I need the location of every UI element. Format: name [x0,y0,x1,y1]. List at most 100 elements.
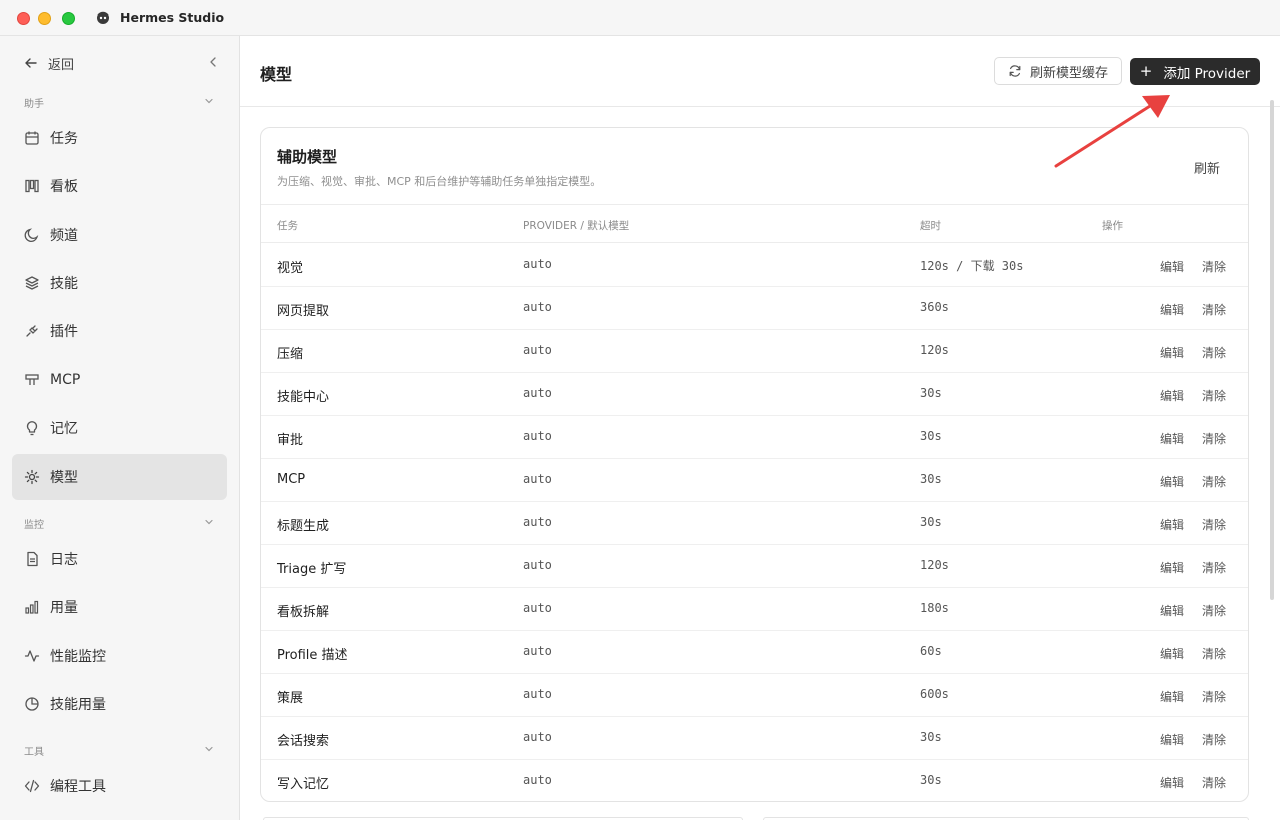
sidebar-item-tasks[interactable]: 任务 [12,115,227,161]
edit-button[interactable]: 编辑 [1160,301,1184,318]
sidebar-item-kanban[interactable]: 看板 [12,163,227,209]
clear-button[interactable]: 清除 [1202,602,1226,619]
table-row: 审批 auto 30s 编辑 清除 [261,416,1248,459]
provider-cell: auto [523,257,552,271]
app-title: Hermes Studio [120,10,225,25]
sidebar-item-channels[interactable]: 频道 [12,212,227,258]
window-maximize-button[interactable] [62,12,75,25]
edit-button[interactable]: 编辑 [1160,731,1184,748]
timeout-cell: 60s [920,644,942,658]
clear-button[interactable]: 清除 [1202,387,1226,404]
kanban-icon [25,179,39,193]
auxiliary-models-card: 辅助模型 为压缩、视觉、审批、MCP 和后台维护等辅助任务单独指定模型。 刷新 … [260,127,1249,802]
plug-icon [26,325,38,337]
sun-icon [24,469,40,485]
task-cell: 看板拆解 [277,605,330,620]
sidebar-item-label: 技能用量 [50,697,106,713]
table-row: 技能中心 auto 30s 编辑 清除 [261,373,1248,416]
task-cell: 技能中心 [277,390,330,405]
sidebar-item-mcp[interactable]: MCP [12,357,227,403]
edit-button[interactable]: 编辑 [1160,387,1184,404]
bar-chart-icon [25,600,39,614]
card-refresh-button[interactable]: 刷新 [1194,158,1220,177]
sidebar-item-plugins[interactable]: 插件 [12,308,227,354]
table-row: Profile 描述 auto 60s 编辑 清除 [261,631,1248,674]
timeout-cell: 360s [920,300,949,314]
timeout-cell: 30s [920,730,942,744]
provider-cell: auto [523,773,552,787]
edit-button[interactable]: 编辑 [1160,774,1184,791]
clear-button[interactable]: 清除 [1202,430,1226,447]
edit-button[interactable]: 编辑 [1160,645,1184,662]
timeout-cell: 30s [920,429,942,443]
timeout-cell: 30s [920,773,942,787]
task-cell: 网页提取 [277,304,330,319]
edit-button[interactable]: 编辑 [1160,559,1184,576]
timeout-cell: 120s / 下载 30s [920,259,1024,273]
edit-button[interactable]: 编辑 [1160,473,1184,490]
clear-button[interactable]: 清除 [1202,301,1226,318]
clear-button[interactable]: 清除 [1202,559,1226,576]
table-header: 任务 PROVIDER / 默认模型 超时 操作 [261,204,1248,243]
sidebar-item-skills[interactable]: 技能 [12,260,227,306]
add-provider-button[interactable]: + 添加 Provider [1130,58,1260,85]
annotation-arrow-icon [1054,95,1170,168]
clear-button[interactable]: 清除 [1202,344,1226,361]
sidebar-item-memory[interactable]: 记忆 [12,405,227,451]
arrow-left-icon [25,58,37,68]
scrollbar[interactable] [1270,100,1274,600]
chevron-down-icon[interactable] [203,743,215,755]
table-row: 标题生成 auto 30s 编辑 清除 [261,502,1248,545]
task-cell: 标题生成 [277,519,330,534]
table-row: 会话搜索 auto 30s 编辑 清除 [261,717,1248,760]
edit-button[interactable]: 编辑 [1160,430,1184,447]
task-cell: 视觉 [277,261,304,276]
code-icon [24,779,40,793]
provider-cell: auto [523,644,552,658]
sidebar-item-skill-usage[interactable]: 技能用量 [12,681,227,727]
window-minimize-button[interactable] [38,12,51,25]
clear-button[interactable]: 清除 [1202,731,1226,748]
back-button[interactable]: 返回 [24,53,220,73]
sidebar-item-coding-tools[interactable]: 编程工具 [12,763,227,809]
sidebar-item-usage[interactable]: 用量 [12,584,227,630]
provider-cell: auto [523,343,552,357]
edit-button[interactable]: 编辑 [1160,344,1184,361]
refresh-model-cache-button[interactable]: 刷新模型缓存 [994,57,1122,85]
sidebar-item-logs[interactable]: 日志 [12,536,227,582]
timeout-cell: 600s [920,687,949,701]
collapse-sidebar-icon[interactable] [206,55,220,69]
pie-chart-icon [25,697,39,711]
plus-icon: + [1139,62,1153,80]
table-row: 写入记忆 auto 30s 编辑 清除 [261,760,1248,801]
clear-button[interactable]: 清除 [1202,516,1226,533]
provider-cell: auto [523,386,552,400]
clear-button[interactable]: 清除 [1202,688,1226,705]
chevron-down-icon[interactable] [203,516,215,528]
provider-cell: auto [523,730,552,744]
window-close-button[interactable] [17,12,30,25]
group-label-tools: 工具 [24,747,44,758]
edit-button[interactable]: 编辑 [1160,688,1184,705]
timeout-cell: 30s [920,472,942,486]
sidebar-item-models[interactable]: 模型 [12,454,227,500]
sidebar-item-performance[interactable]: 性能监控 [12,633,227,679]
edit-button[interactable]: 编辑 [1160,516,1184,533]
clear-button[interactable]: 清除 [1202,774,1226,791]
edit-button[interactable]: 编辑 [1160,602,1184,619]
task-cell: Triage 扩写 [277,562,347,577]
chevron-down-icon[interactable] [203,95,215,107]
column-header-provider: PROVIDER / 默认模型 [523,220,630,232]
clear-button[interactable]: 清除 [1202,473,1226,490]
table-row: 视觉 auto 120s / 下载 30s 编辑 清除 [261,244,1248,287]
edit-button[interactable]: 编辑 [1160,258,1184,275]
activity-icon [24,650,40,662]
task-cell: 会话搜索 [277,734,330,749]
column-header-timeout: 超时 [920,220,941,232]
sidebar-item-label: MCP [50,372,81,388]
clear-button[interactable]: 清除 [1202,258,1226,275]
clear-button[interactable]: 清除 [1202,645,1226,662]
file-text-icon [27,551,38,567]
timeout-cell: 180s [920,601,949,615]
lightbulb-icon [26,421,38,436]
